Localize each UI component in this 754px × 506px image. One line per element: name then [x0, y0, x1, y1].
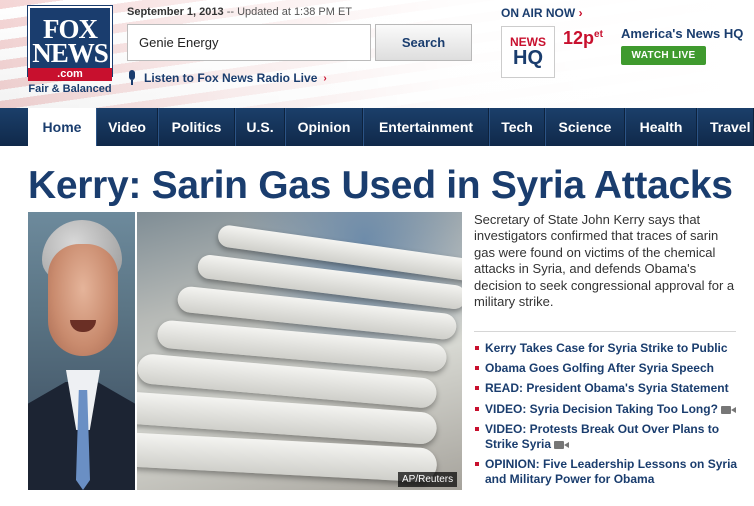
nav-item-entertainment[interactable]: Entertainment	[363, 108, 489, 146]
dateline: September 1, 2013 -- Updated at 1:38 PM …	[127, 6, 352, 18]
search-input[interactable]	[127, 24, 371, 61]
chevron-right-icon: ›	[578, 6, 583, 20]
related-link[interactable]: OPINION: Five Leadership Lessons on Syri…	[474, 457, 744, 487]
show-time: 12pet	[563, 28, 603, 48]
video-camera-icon	[554, 440, 570, 450]
updated-text: -- Updated at 1:38 PM ET	[226, 6, 353, 18]
watch-live-button[interactable]: WATCH LIVE	[621, 46, 706, 65]
show-title[interactable]: America's News HQ	[621, 26, 743, 41]
video-camera-icon	[720, 405, 737, 415]
related-links: Kerry Takes Case for Syria Strike to Pub…	[474, 341, 744, 492]
related-link[interactable]: VIDEO: Protests Break Out Over Plans to …	[474, 422, 744, 452]
divider	[474, 331, 736, 332]
nav-item-tech[interactable]: Tech	[489, 108, 545, 146]
chevron-right-icon: ›	[323, 72, 327, 84]
headline[interactable]: Kerry: Sarin Gas Used in Syria Attacks	[28, 164, 733, 208]
nav-item-us[interactable]: U.S.	[235, 108, 285, 146]
fox-news-logo[interactable]: FOX NEWS .com Fair & Balanced	[28, 6, 112, 96]
search-button[interactable]: Search	[375, 24, 472, 61]
on-air-now-link[interactable]: ON AIR NOW ›	[501, 6, 583, 20]
nav-item-health[interactable]: Health	[625, 108, 697, 146]
kerry-photo[interactable]	[28, 212, 135, 490]
date-text: September 1, 2013	[127, 6, 224, 18]
logo-domain: .com	[28, 68, 112, 81]
syria-victims-photo[interactable]	[137, 212, 462, 490]
radio-label: Listen to Fox News Radio Live	[144, 71, 318, 85]
related-link[interactable]: READ: President Obama's Syria Statement	[474, 381, 744, 396]
photo-credit: AP/Reuters	[398, 472, 458, 487]
news-hq-logo[interactable]: NEWS HQ	[501, 26, 555, 78]
radio-live-link[interactable]: Listen to Fox News Radio Live ›	[126, 70, 327, 86]
site-header: FOX NEWS .com Fair & Balanced September …	[0, 0, 754, 108]
microphone-icon	[126, 70, 138, 86]
nav-item-politics[interactable]: Politics	[158, 108, 235, 146]
nav-item-video[interactable]: Video	[96, 108, 158, 146]
related-link[interactable]: Kerry Takes Case for Syria Strike to Pub…	[474, 341, 744, 356]
related-link[interactable]: VIDEO: Syria Decision Taking Too Long?	[474, 402, 744, 417]
nav-item-home[interactable]: Home	[28, 108, 96, 146]
logo-tagline: Fair & Balanced	[28, 83, 112, 95]
logo-word-news: NEWS	[32, 38, 109, 68]
related-link[interactable]: Obama Goes Golfing After Syria Speech	[474, 361, 744, 376]
nav-item-opinion[interactable]: Opinion	[285, 108, 363, 146]
story-summary: Secretary of State John Kerry says that …	[474, 212, 735, 310]
nav-item-travel[interactable]: Travel	[697, 108, 754, 146]
nav-item-science[interactable]: Science	[545, 108, 625, 146]
main-nav: Home Video Politics U.S. Opinion Enterta…	[0, 108, 754, 146]
on-air-label: ON AIR NOW	[501, 6, 576, 20]
